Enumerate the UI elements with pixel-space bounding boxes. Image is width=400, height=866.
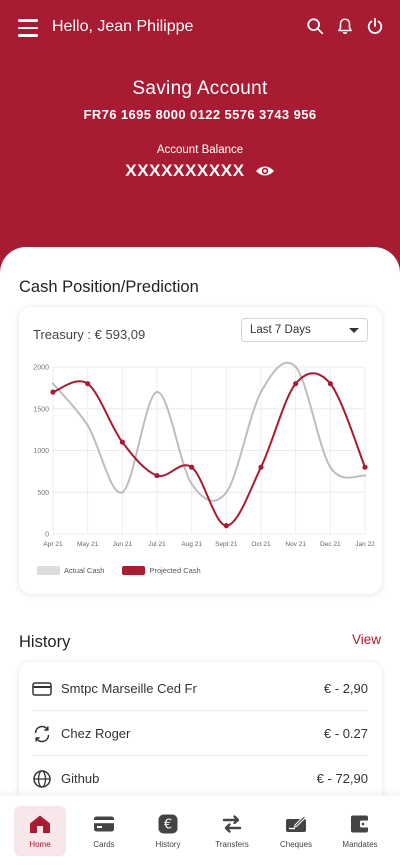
- data-point-projected: [119, 439, 125, 445]
- data-point-projected: [154, 472, 160, 479]
- data-point-projected: [223, 523, 229, 529]
- history-amount: € - 72,90: [316, 771, 368, 786]
- data-point-actual: [155, 390, 159, 394]
- period-value: Last 7 Days: [250, 324, 311, 336]
- data-point-actual: [259, 390, 263, 394]
- y-tick-label: 1000: [33, 448, 49, 455]
- hamburger-icon[interactable]: [18, 19, 38, 37]
- data-point-actual: [363, 474, 367, 477]
- x-tick-label: Jul 21: [148, 541, 166, 548]
- legend-label-actual: Actual Cash: [64, 566, 105, 575]
- iban-number: FR76 1695 8000 0122 5576 3743 956: [83, 107, 317, 122]
- nav-label: History: [155, 839, 181, 849]
- nav-cheques[interactable]: Cheques: [270, 806, 322, 856]
- nav-transfers[interactable]: Transfers: [206, 806, 258, 856]
- top-bar: Hello, Jean Philippe: [0, 0, 400, 56]
- svg-text:€: €: [164, 817, 172, 832]
- caret-down-icon: [349, 328, 359, 333]
- y-tick-label: 2000: [33, 365, 49, 372]
- view-history-link[interactable]: View: [352, 632, 381, 647]
- nav-mandates[interactable]: Mandates: [334, 806, 386, 856]
- series-line-projected: [52, 372, 366, 527]
- data-point-actual: [51, 382, 55, 385]
- legend-label-projected: Projected Cash: [149, 566, 201, 575]
- history-amount: € - 0.27: [323, 726, 368, 741]
- data-point-projected: [85, 381, 91, 387]
- nav-label: Cards: [93, 839, 115, 849]
- history-amount: € - 2,90: [323, 681, 368, 696]
- history-row[interactable]: Chez Roger € - 0.27: [32, 712, 368, 756]
- search-icon[interactable]: [306, 16, 324, 36]
- cash-section-title: Cash Position/Prediction: [19, 278, 199, 296]
- x-tick-label: Oct 21: [251, 541, 271, 548]
- nav-cards[interactable]: Cards: [78, 806, 130, 856]
- data-point-projected: [258, 464, 264, 470]
- data-point-actual: [329, 466, 332, 469]
- x-tick-label: Jun 21: [113, 541, 133, 548]
- legend-swatch-projected: [122, 566, 146, 575]
- nav-label: Home: [29, 839, 51, 849]
- period-select[interactable]: Last 7 Days: [241, 318, 368, 342]
- sync-icon: [34, 725, 50, 742]
- data-point-projected: [189, 464, 195, 470]
- home-icon: [30, 815, 50, 833]
- x-tick-label: Sept 21: [215, 541, 238, 548]
- nav-home[interactable]: Home: [14, 806, 66, 856]
- data-point-actual: [294, 365, 297, 369]
- cash-chart-card: Treasury : € 593,09 Last 7 Days 0 500 1000…: [19, 307, 382, 594]
- data-point-actual: [86, 424, 89, 427]
- history-title: History: [19, 633, 71, 651]
- y-tick-label: 500: [37, 490, 49, 497]
- balance-label: Account Balance: [156, 144, 244, 156]
- cheque-icon: [286, 814, 307, 832]
- data-point-projected: [50, 389, 56, 395]
- series-line-actual: [52, 361, 366, 502]
- card-icon: [32, 681, 52, 696]
- power-icon[interactable]: [366, 16, 384, 36]
- legend-swatch-actual: [37, 566, 60, 575]
- greeting: Hello, Jean Philippe: [52, 18, 194, 35]
- account-title: Saving Account: [132, 78, 268, 99]
- cash-line-chart: 0 500 1000 1500 2000 Apr 21 May 21 Jun 21 Jul 21…: [33, 361, 375, 548]
- history-name: Github: [61, 771, 100, 786]
- history-name: Smtpc Marseille Ced Fr: [61, 681, 197, 696]
- bottom-nav: Home Cards € History Transfers Cheques M…: [0, 796, 400, 866]
- x-tick-label: Jan 22: [355, 541, 375, 548]
- treasury-value: Treasury : € 593,09: [33, 327, 146, 342]
- data-point-projected: [327, 381, 333, 387]
- x-tick-label: Nov 21: [285, 541, 306, 548]
- balance-value: XXXXXXXXXX: [125, 161, 245, 180]
- y-tick-label: 1500: [33, 406, 49, 413]
- data-point-projected: [293, 381, 299, 387]
- x-tick-label: May 21: [77, 541, 99, 548]
- eye-icon[interactable]: [255, 164, 275, 178]
- globe-icon: [33, 769, 51, 788]
- history-row[interactable]: Smtpc Marseille Ced Fr € - 2,90: [32, 667, 368, 711]
- wallet-icon: [351, 815, 370, 832]
- transfer-icon: [222, 814, 242, 833]
- nav-label: Cheques: [279, 839, 313, 849]
- x-tick-label: Aug 21: [181, 541, 202, 548]
- cards-icon: [94, 816, 114, 831]
- history-row[interactable]: Github € - 72,90: [32, 757, 368, 801]
- x-tick-label: Apr 21: [43, 541, 63, 548]
- data-point-actual: [121, 491, 124, 494]
- nav-label: Mandates: [342, 839, 378, 849]
- y-tick-label: 0: [45, 532, 49, 539]
- data-point-actual: [190, 482, 193, 486]
- history-name: Chez Roger: [61, 726, 131, 741]
- euro-icon: €: [158, 814, 178, 833]
- chart-legend: Actual Cash Projected Cash: [37, 566, 201, 575]
- x-tick-label: Dec 21: [320, 541, 341, 548]
- data-point-projected: [362, 464, 368, 470]
- account-header: Hello, Jean Philippe Saving Account FR76…: [0, 0, 400, 275]
- nav-label: Transfers: [215, 839, 249, 849]
- nav-history[interactable]: € History: [142, 806, 194, 856]
- data-point-actual: [225, 491, 228, 494]
- bell-icon[interactable]: [336, 16, 354, 36]
